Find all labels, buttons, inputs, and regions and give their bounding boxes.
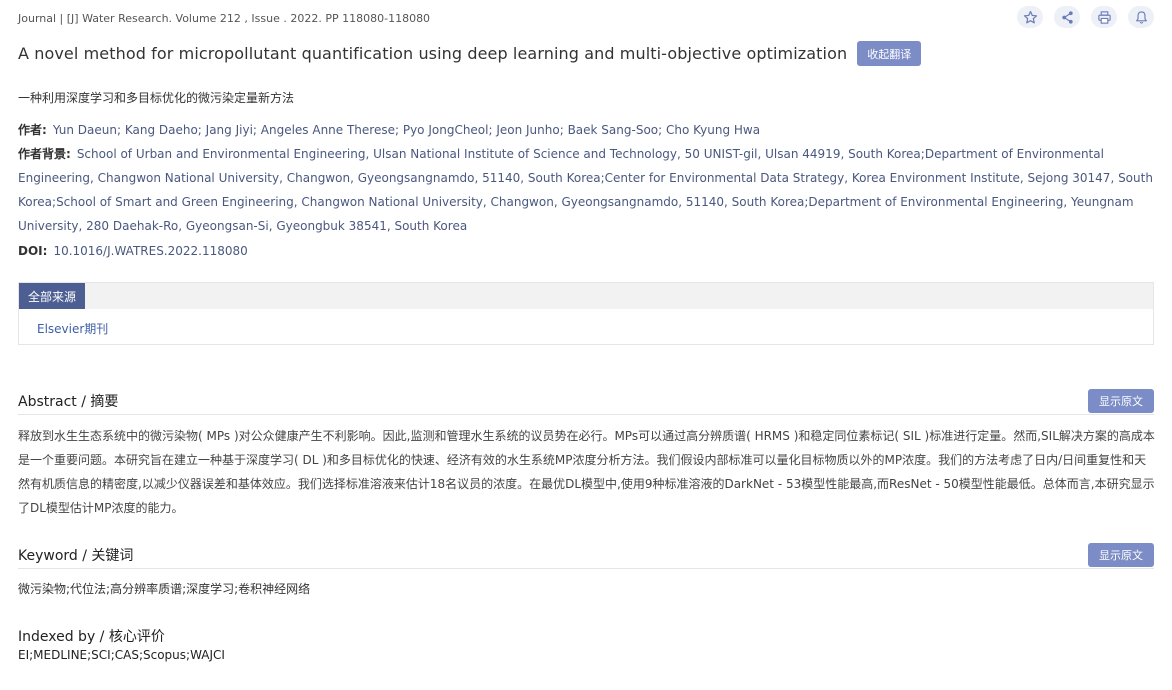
translated-title: 一种利用深度学习和多目标优化的微污染定量新方法 [18, 91, 295, 105]
favorite-button[interactable] [1017, 6, 1043, 28]
authors-row: 作者: Yun Daeun; Kang Daeho; Jang Jiyi; Ang… [18, 118, 1158, 142]
indexed-text: EI;MEDLINE;SCI;CAS;Scopus;WAJCI [18, 648, 225, 662]
notify-button[interactable] [1128, 6, 1154, 28]
source-tabs: 全部来源 [19, 283, 1153, 309]
action-bar [1017, 6, 1154, 28]
keyword-text: 微污染物;代位法;高分辨率质谱;深度学习;卷积神经网络 [18, 582, 311, 596]
title-row: A novel method for micropollutant quanti… [18, 41, 922, 66]
abstract-text: 释放到水生生态系统中的微污染物( MPs )对公众健康产生不利影响。因此,监测和… [18, 429, 1155, 515]
keyword-header: Keyword / 关键词 显示原文 [18, 543, 1154, 569]
journal-info: Journal | [J] Water Research. Volume 212… [18, 12, 431, 25]
source-link-elsevier[interactable]: Elsevier期刊 [37, 320, 108, 337]
collapse-translation-button[interactable]: 收起翻译 [857, 41, 922, 66]
share-icon [1061, 10, 1073, 24]
print-button[interactable] [1091, 6, 1117, 28]
tab-all-sources[interactable]: 全部来源 [19, 283, 86, 309]
abstract-header: Abstract / 摘要 显示原文 [18, 389, 1154, 415]
article-detail-page: Journal | [J] Water Research. Volume 212… [0, 0, 1172, 690]
authors-label: 作者: [18, 123, 47, 137]
show-original-abstract-button[interactable]: 显示原文 [1088, 389, 1154, 413]
show-original-keyword-button[interactable]: 显示原文 [1088, 543, 1154, 567]
doi-label: DOI: [18, 244, 48, 258]
star-icon [1023, 10, 1037, 23]
bell-icon [1135, 10, 1147, 24]
keyword-heading: Keyword / 关键词 [18, 548, 134, 564]
doi-row: DOI: 10.1016/J.WATRES.2022.118080 [18, 239, 1158, 263]
abstract-heading: Abstract / 摘要 [18, 394, 119, 410]
affiliation-value: School of Urban and Environmental Engine… [18, 147, 1153, 233]
share-button[interactable] [1054, 6, 1080, 28]
print-icon [1097, 10, 1111, 24]
authors-value: Yun Daeun; Kang Daeho; Jang Jiyi; Angele… [52, 123, 761, 137]
affiliation-label: 作者背景: [18, 147, 71, 161]
source-panel: 全部来源 Elsevier期刊 [18, 282, 1154, 345]
affiliation-row: 作者背景: School of Urban and Environmental E… [18, 142, 1158, 238]
article-title: A novel method for micropollutant quanti… [18, 44, 848, 63]
doi-value: 10.1016/J.WATRES.2022.118080 [53, 244, 248, 258]
indexed-heading: Indexed by / 核心评价 [18, 629, 165, 645]
